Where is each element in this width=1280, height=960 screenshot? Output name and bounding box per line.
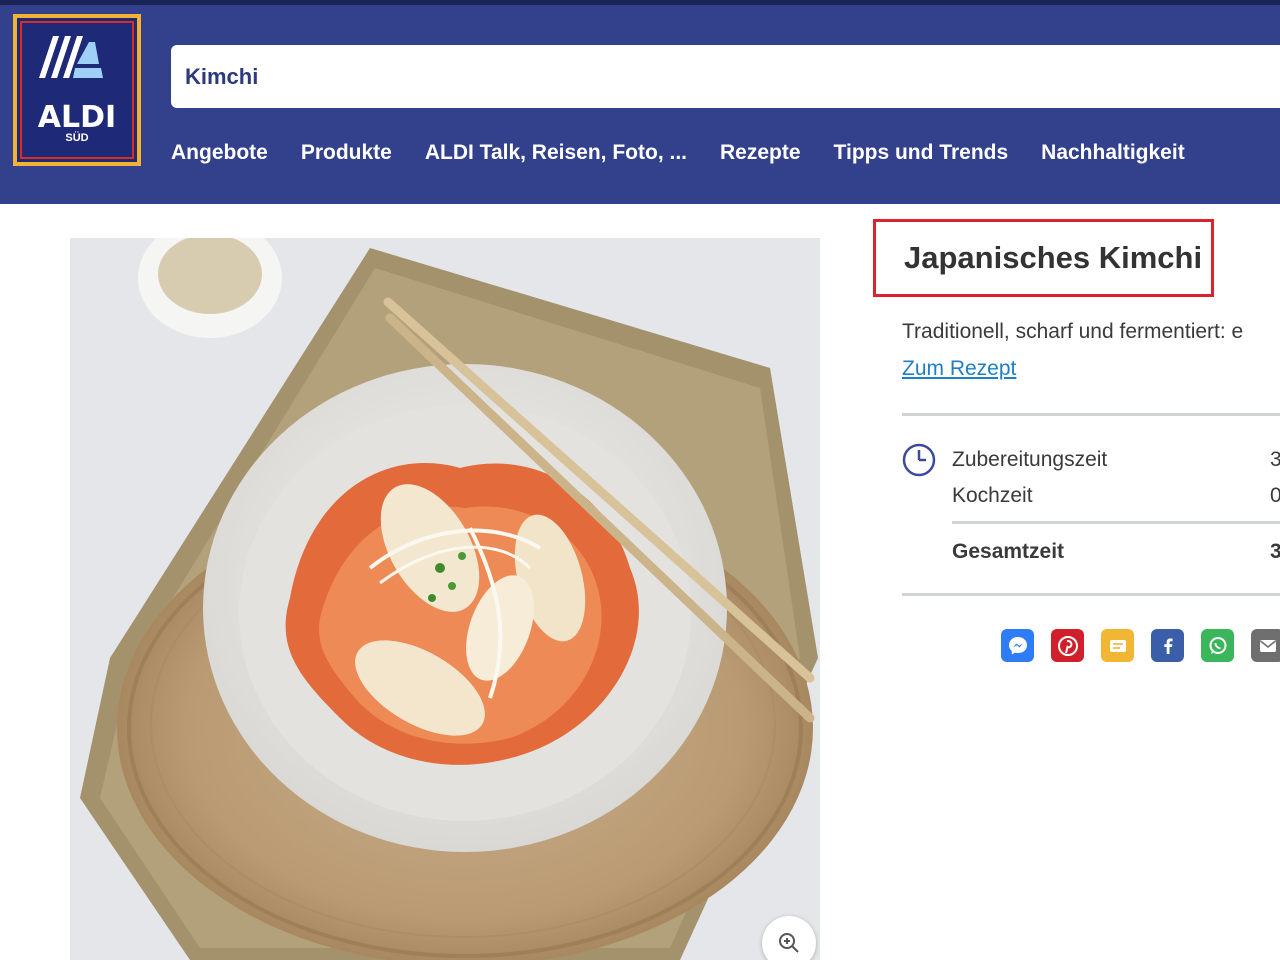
site-header: ALDI SÜD Kimchi Angebote Produkte ALDI T… — [0, 0, 1280, 204]
nav-item-nachhaltigkeit[interactable]: Nachhaltigkeit — [1041, 141, 1185, 177]
divider — [902, 593, 1280, 596]
share-messenger-button[interactable] — [1001, 629, 1034, 662]
main-nav: Angebote Produkte ALDI Talk, Reisen, Fot… — [171, 141, 1218, 177]
nav-item-angebote[interactable]: Angebote — [171, 141, 268, 177]
search-input[interactable]: Kimchi — [171, 45, 1280, 108]
divider — [952, 521, 1280, 524]
cook-time-value: 0 — [1270, 484, 1280, 507]
nav-item-aldi-talk[interactable]: ALDI Talk, Reisen, Foto, ... — [425, 141, 687, 177]
title-highlight-box: Japanisches Kimchi — [873, 219, 1214, 297]
recipe-title: Japanisches Kimchi — [904, 240, 1203, 275]
nav-item-produkte[interactable]: Produkte — [301, 141, 392, 177]
sms-icon — [1109, 639, 1126, 652]
total-time-value: 3 — [1270, 540, 1280, 563]
zum-rezept-link[interactable]: Zum Rezept — [902, 357, 1016, 381]
total-time-label: Gesamtzeit — [952, 540, 1065, 563]
clock-icon — [902, 443, 936, 477]
kimchi-photo — [70, 238, 820, 960]
zoom-in-icon — [779, 933, 799, 953]
pinterest-icon — [1057, 635, 1078, 656]
aldi-logo-stripes-icon — [39, 36, 103, 78]
recipe-teaser: Traditionell, scharf und fermentiert: e — [902, 320, 1244, 343]
nav-item-tipps[interactable]: Tipps und Trends — [834, 141, 1009, 177]
aldi-logo[interactable]: ALDI SÜD — [13, 14, 141, 166]
email-icon — [1259, 639, 1276, 652]
share-facebook-button[interactable] — [1151, 629, 1184, 662]
facebook-icon — [1163, 638, 1172, 654]
logo-wordmark: ALDI — [37, 100, 117, 135]
prep-time-label: Zubereitungszeit — [952, 448, 1108, 471]
share-sms-button[interactable] — [1101, 629, 1134, 662]
share-email-button[interactable] — [1251, 629, 1280, 662]
share-pinterest-button[interactable] — [1051, 629, 1084, 662]
whatsapp-icon — [1209, 636, 1226, 654]
cook-time-label: Kochzeit — [952, 484, 1033, 507]
logo-region: SÜD — [65, 132, 89, 144]
recipe-image[interactable] — [70, 238, 820, 960]
share-whatsapp-button[interactable] — [1201, 629, 1234, 662]
prep-time-value: 3 — [1270, 448, 1280, 471]
search-query: Kimchi — [185, 63, 259, 89]
divider — [902, 413, 1280, 416]
nav-item-rezepte[interactable]: Rezepte — [720, 141, 801, 177]
messenger-icon — [1008, 636, 1027, 654]
